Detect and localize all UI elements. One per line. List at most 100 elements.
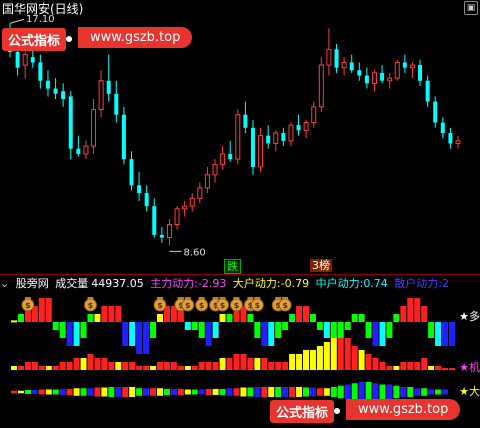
indicator-name[interactable]: 股旁网 bbox=[16, 277, 49, 290]
bar-big bbox=[115, 362, 122, 370]
candle-body bbox=[296, 125, 301, 131]
mid-label: 中户动力: bbox=[315, 277, 364, 290]
candle-body bbox=[212, 163, 218, 176]
bar-mid bbox=[393, 385, 400, 399]
candle-body bbox=[440, 122, 445, 133]
bar-main bbox=[129, 322, 136, 346]
bar-big bbox=[122, 362, 129, 370]
bar-main bbox=[94, 314, 101, 322]
bar-main bbox=[11, 320, 17, 323]
bar-main bbox=[191, 322, 198, 330]
candle-body bbox=[159, 234, 164, 238]
bar-mid bbox=[59, 389, 66, 395]
candle-body bbox=[197, 187, 203, 199]
candle-body bbox=[228, 153, 233, 160]
bar-big bbox=[11, 366, 17, 370]
bar-big bbox=[45, 366, 52, 370]
bar-mid bbox=[115, 387, 122, 397]
candle-body bbox=[433, 101, 438, 123]
bar-big bbox=[205, 362, 212, 370]
bar-main bbox=[379, 322, 386, 346]
bar-mid bbox=[330, 387, 337, 397]
candle-body bbox=[189, 197, 195, 207]
bar-mid bbox=[303, 387, 309, 397]
bar-mid bbox=[66, 389, 73, 395]
bar-main bbox=[421, 306, 428, 322]
bar-main bbox=[316, 322, 323, 330]
money-bag-knot bbox=[275, 297, 282, 300]
money-bag-knot bbox=[282, 297, 289, 300]
bar-big bbox=[129, 362, 136, 370]
bar-big bbox=[94, 358, 101, 370]
brand-url-bottom[interactable]: www.gszb.top bbox=[346, 399, 461, 420]
candle-body bbox=[30, 57, 35, 63]
chevron-down-icon[interactable]: ⌄ bbox=[0, 277, 9, 290]
candle-body bbox=[76, 148, 81, 154]
bar-big bbox=[136, 366, 143, 370]
bar-big bbox=[372, 358, 379, 370]
bar-main bbox=[351, 314, 358, 322]
candle-body bbox=[137, 185, 142, 194]
bar-main bbox=[198, 322, 205, 338]
bar-mid bbox=[219, 389, 226, 395]
money-bag-glyph: $ bbox=[88, 301, 94, 310]
money-bag-knot bbox=[24, 297, 31, 300]
money-bag-glyph: $ bbox=[185, 301, 191, 310]
bar-main bbox=[136, 322, 143, 354]
candle-body bbox=[98, 80, 104, 110]
bar-big bbox=[24, 362, 31, 370]
bar-big bbox=[198, 362, 205, 370]
bar-main bbox=[115, 306, 122, 322]
bar-big bbox=[289, 354, 296, 370]
candle-body bbox=[380, 72, 385, 81]
bar-big bbox=[400, 362, 407, 370]
bar-main bbox=[184, 322, 191, 330]
bar-mid bbox=[289, 387, 296, 397]
bar-mid bbox=[129, 387, 136, 397]
candle-body bbox=[288, 124, 294, 142]
bar-mid bbox=[296, 387, 303, 397]
bar-main bbox=[275, 322, 282, 338]
bar-main bbox=[442, 322, 449, 346]
brand-label-bottom: 公式指标 bbox=[270, 400, 335, 423]
candle-body bbox=[243, 114, 248, 128]
candle-body bbox=[235, 114, 241, 160]
bar-mid bbox=[143, 388, 150, 396]
bar-big bbox=[309, 350, 316, 370]
bar-main bbox=[330, 322, 337, 338]
bar-big bbox=[66, 362, 73, 370]
money-bag-knot bbox=[198, 297, 205, 300]
money-bag-knot bbox=[212, 297, 219, 300]
bar-big bbox=[414, 362, 421, 370]
candle-body bbox=[114, 93, 119, 115]
bar-main bbox=[289, 314, 296, 322]
candle-body bbox=[15, 51, 20, 68]
bar-mid bbox=[17, 390, 24, 394]
bar-main bbox=[358, 314, 365, 322]
bar-mid bbox=[247, 387, 254, 397]
bar-mid bbox=[261, 387, 268, 397]
bar-big bbox=[163, 362, 170, 370]
bar-big bbox=[87, 354, 94, 370]
bar-big bbox=[386, 366, 393, 370]
candle-body bbox=[106, 80, 111, 94]
big-label: 大户动力: bbox=[232, 277, 281, 290]
bar-mid bbox=[24, 390, 31, 394]
money-bag-knot bbox=[157, 297, 163, 300]
bar-big bbox=[435, 366, 442, 370]
bar-mid bbox=[80, 388, 87, 396]
candle-body bbox=[53, 88, 58, 94]
bar-big bbox=[323, 342, 330, 370]
money-bag-glyph: $ bbox=[234, 301, 240, 310]
bar-mid bbox=[407, 387, 414, 397]
bar-big bbox=[73, 358, 80, 370]
brand-url[interactable]: www.gszb.top bbox=[78, 27, 193, 48]
candle-body bbox=[349, 62, 354, 71]
bar-mid bbox=[101, 387, 108, 397]
candle-body bbox=[258, 135, 264, 168]
bar-mid bbox=[31, 390, 38, 394]
bar-main bbox=[435, 322, 442, 346]
bar-big bbox=[226, 358, 233, 370]
candle-body bbox=[45, 80, 50, 89]
bar-mid bbox=[94, 387, 101, 397]
